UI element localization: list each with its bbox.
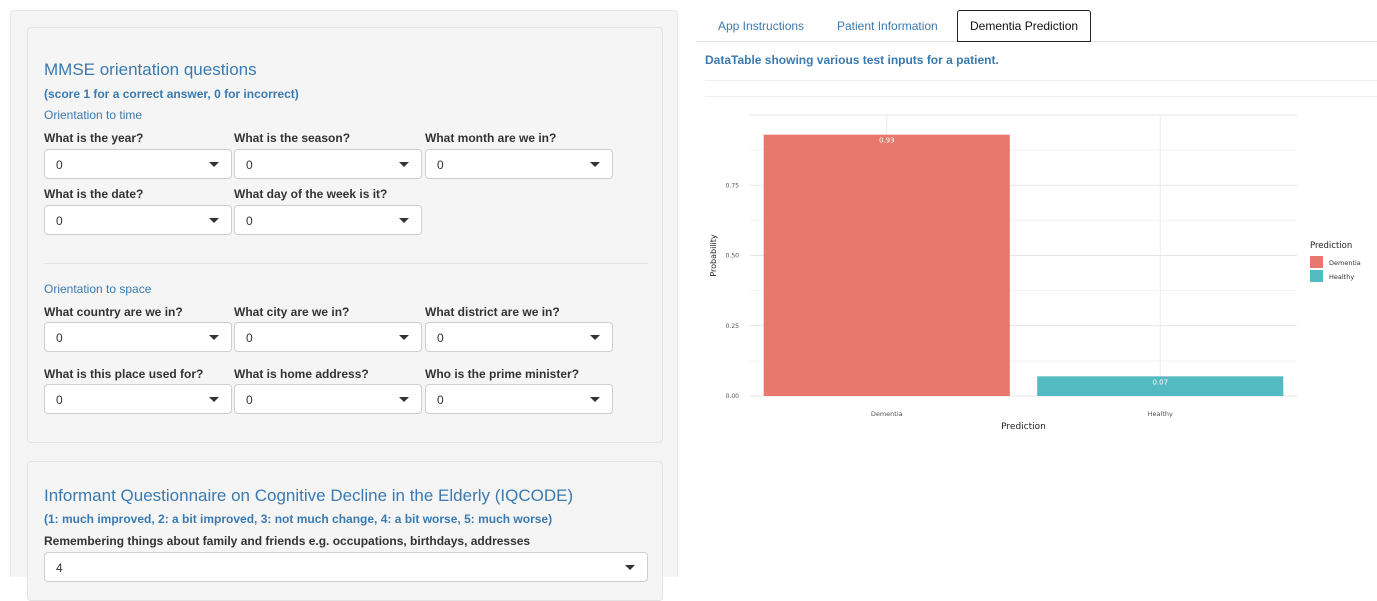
mmse-subtitle: (score 1 for a correct answer, 0 for inc… [44, 87, 299, 101]
select-value: 0 [56, 158, 63, 172]
select-value: 0 [437, 158, 444, 172]
prediction-bar-chart: 0.00 0.25 0.50 0.75 0.93 Dementia 0.07 Healthy P… [709, 114, 1361, 432]
y-axis-title: Probability [709, 234, 718, 277]
question-label: What month are we in? [425, 131, 557, 145]
select-value: 0 [246, 393, 253, 407]
separator [705, 80, 1377, 81]
tab-dementia-prediction[interactable]: Dementia Prediction [957, 10, 1092, 42]
prime-minister-select[interactable]: 0 [425, 384, 613, 414]
y-tick-label: 0.00 [726, 393, 740, 400]
legend-label: Healthy [1329, 273, 1354, 281]
caret-down-icon [399, 218, 409, 223]
select-value: 0 [246, 214, 253, 228]
iqcode-panel: Informant Questionnaire on Cognitive Dec… [27, 461, 663, 601]
question-label: Remembering things about family and frie… [44, 534, 531, 548]
question-label: What city are we in? [234, 305, 350, 319]
country-select[interactable]: 0 [44, 322, 232, 352]
caret-down-icon [209, 397, 219, 402]
question-label: Who is the prime minister? [425, 367, 580, 381]
legend-swatch [1310, 256, 1323, 268]
sidebar-panel: MMSE orientation questions (score 1 for … [10, 10, 678, 601]
question-label: What is the season? [234, 131, 351, 145]
legend-swatch [1310, 270, 1323, 282]
y-tick-label: 0.75 [726, 182, 740, 189]
caret-down-icon [399, 162, 409, 167]
caret-down-icon [625, 565, 635, 570]
caret-down-icon [209, 218, 219, 223]
select-value: 0 [56, 214, 63, 228]
select-value: 0 [437, 331, 444, 345]
home-address-select[interactable]: 0 [234, 384, 422, 414]
iqcode-title: Informant Questionnaire on Cognitive Dec… [44, 486, 574, 505]
section-divider [44, 263, 648, 264]
place-use-select[interactable]: 0 [44, 384, 232, 414]
select-value: 0 [56, 393, 63, 407]
caret-down-icon [399, 397, 409, 402]
city-select[interactable]: 0 [234, 322, 422, 352]
y-tick-label: 0.50 [726, 253, 740, 260]
select-value: 4 [56, 561, 63, 575]
select-value: 0 [246, 158, 253, 172]
caret-down-icon [209, 335, 219, 340]
x-axis-title: Prediction [1001, 422, 1046, 432]
separator [705, 96, 1377, 97]
question-label: What is home address? [234, 367, 369, 381]
time-section-heading: Orientation to time [44, 108, 143, 122]
data-label: 0.07 [1152, 378, 1168, 386]
caret-down-icon [590, 397, 600, 402]
caret-down-icon [590, 335, 600, 340]
y-tick-label: 0.25 [726, 323, 740, 330]
caret-down-icon [209, 162, 219, 167]
season-select[interactable]: 0 [234, 149, 422, 179]
select-value: 0 [246, 331, 253, 345]
weekday-select[interactable]: 0 [234, 205, 422, 235]
family-memory-select[interactable]: 4 [44, 552, 648, 582]
space-section-heading: Orientation to space [44, 282, 152, 296]
year-select[interactable]: 0 [44, 149, 232, 179]
x-tick-label: Healthy [1148, 410, 1173, 418]
question-label: What day of the week is it? [234, 187, 388, 201]
data-label: 0.93 [879, 137, 895, 145]
question-label: What country are we in? [44, 305, 183, 319]
tab-app-instructions[interactable]: App Instructions [706, 10, 816, 42]
caret-down-icon [399, 335, 409, 340]
tab-bar: App Instructions Patient Information Dem… [696, 10, 1377, 42]
question-label: What is this place used for? [44, 367, 204, 381]
question-label: What is the year? [44, 131, 144, 145]
mmse-panel: MMSE orientation questions (score 1 for … [27, 27, 663, 443]
caret-down-icon [590, 162, 600, 167]
x-tick-label: Dementia [871, 410, 903, 418]
month-select[interactable]: 0 [425, 149, 613, 179]
question-label: What is the date? [44, 187, 144, 201]
mmse-title: MMSE orientation questions [44, 60, 257, 79]
select-value: 0 [56, 331, 63, 345]
question-label: What district are we in? [425, 305, 560, 319]
legend-title: Prediction [1310, 241, 1352, 251]
date-select[interactable]: 0 [44, 205, 232, 235]
table-caption: DataTable showing various test inputs fo… [705, 53, 999, 67]
bar-dementia [763, 134, 1010, 397]
district-select[interactable]: 0 [425, 322, 613, 352]
select-value: 0 [437, 393, 444, 407]
legend-label: Dementia [1329, 259, 1361, 267]
tab-patient-information[interactable]: Patient Information [825, 10, 950, 42]
iqcode-subtitle: (1: much improved, 2: a bit improved, 3:… [44, 512, 553, 526]
